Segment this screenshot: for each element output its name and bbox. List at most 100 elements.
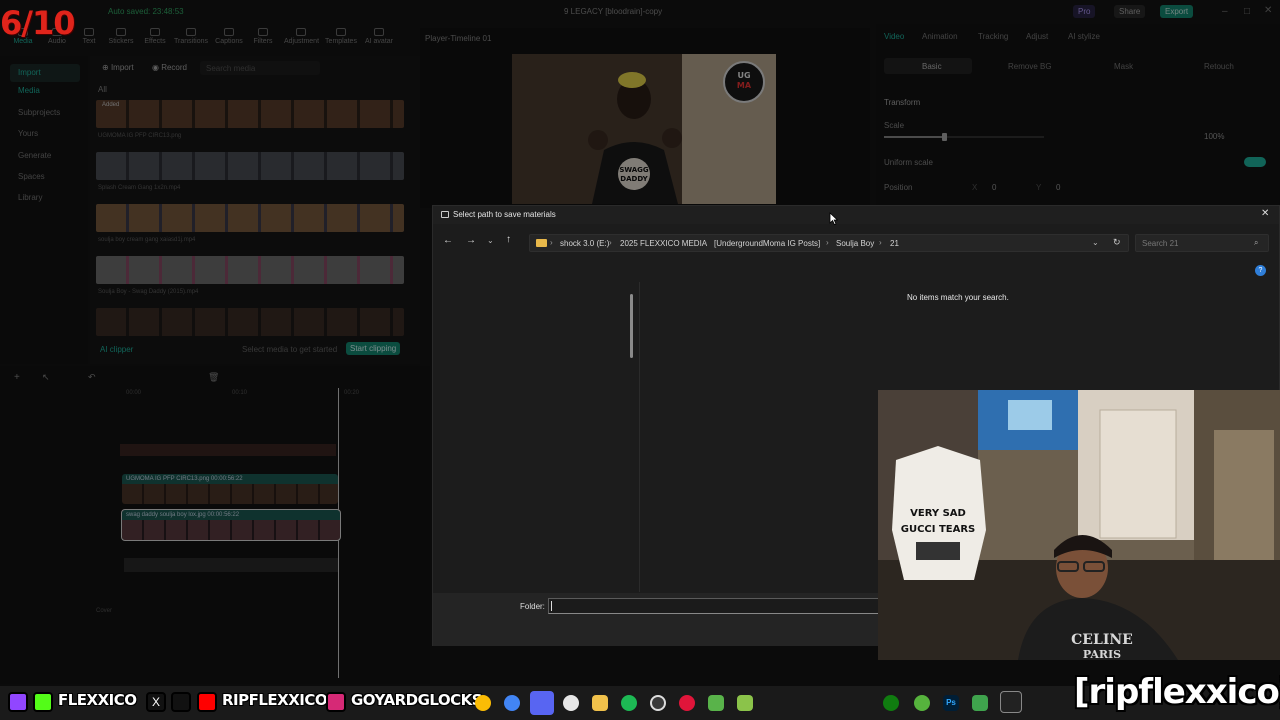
openai-icon[interactable] [563,695,579,711]
text-icon [84,28,94,36]
tool-captions[interactable]: Captions [212,28,246,45]
sidebar-item-import[interactable]: Import [10,64,80,82]
subtab-retouch[interactable]: Retouch [1204,62,1234,71]
add-track-icon[interactable]: + [14,372,20,383]
clip-thumbnail-2[interactable] [96,152,404,180]
sidebar-item-yours[interactable]: Yours [10,125,80,143]
search-icon: ⌕ [1254,238,1259,247]
photoshop-icon[interactable]: Ps [943,695,959,711]
svg-text:MA: MA [737,81,752,90]
media-search-input[interactable]: Search media [200,61,320,75]
tool-ai-avatar[interactable]: AI avatar [362,28,396,45]
share-button[interactable]: Share [1114,5,1146,18]
sidebar-item-spaces[interactable]: Spaces [10,168,80,186]
app-green-icon[interactable] [708,695,724,711]
cover-button[interactable]: Cover [96,608,112,614]
tool-stickers[interactable]: Stickers [104,28,138,45]
dialog-search-input[interactable]: Search 21 ⌕ [1135,234,1269,252]
pro-button[interactable]: Pro [1073,5,1096,18]
undo-icon[interactable]: ↶ [88,372,96,383]
tool-transitions[interactable]: Transitions [174,28,208,45]
capcut-icon[interactable] [1000,691,1022,713]
opera-gx-icon[interactable] [679,695,695,711]
position-x-value[interactable]: 0 [992,183,996,192]
export-button[interactable]: Export [1160,5,1194,18]
folder-icon [536,239,547,247]
folder-input[interactable] [548,598,880,614]
tiktok-icon [171,692,191,712]
uniform-scale-toggle[interactable] [1244,157,1266,167]
select-media-hint: Select media to get started [242,345,338,354]
scale-value[interactable]: 100% [1204,132,1224,141]
sidebar-item-media[interactable]: Media [10,82,80,100]
text-track[interactable] [120,444,336,456]
close-icon[interactable]: ✕ [1264,5,1272,16]
position-y-value[interactable]: 0 [1056,183,1060,192]
svg-text:VERY SAD: VERY SAD [910,508,966,519]
tab-video[interactable]: Video [884,32,904,41]
app-green-2-icon[interactable] [914,695,930,711]
filter-all[interactable]: All [98,85,107,94]
dialog-app-icon [441,211,449,218]
tab-tracking[interactable]: Tracking [978,32,1008,41]
subtab-remove-bg[interactable]: Remove BG [1008,62,1052,71]
audio-track[interactable] [124,558,338,572]
subtab-basic[interactable]: Basic [922,62,942,71]
tool-filters[interactable]: Filters [246,28,280,45]
instagram-icon [326,692,346,712]
spotify-icon[interactable] [621,695,637,711]
chrome-icon[interactable] [475,695,491,711]
kick-icon [33,692,53,712]
import-button[interactable]: ⊕ Import [102,63,134,72]
svg-text:CELINE: CELINE [1071,632,1133,648]
dialog-search-placeholder: Search 21 [1142,239,1179,248]
clip-thumbnail-4[interactable] [96,256,404,284]
chrome-icon-2[interactable] [504,695,520,711]
clip-thumbnail-1[interactable] [96,100,404,128]
tab-adjust[interactable]: Adjust [1026,32,1048,41]
scale-slider-handle[interactable] [942,133,947,141]
address-bar[interactable]: › shock 3.0 (E:) › 2025 FLEXXICO MEDIA ›… [529,234,1129,252]
xbox-icon[interactable] [883,695,899,711]
dialog-close-icon[interactable]: ✕ [1261,208,1269,219]
breadcrumb-drive[interactable]: shock 3.0 (E:) [560,239,609,248]
explorer-icon[interactable] [592,695,608,711]
select-tool-icon[interactable]: ↖ [42,372,50,383]
obs-icon[interactable] [650,695,666,711]
tool-adjustment[interactable]: Adjustment [284,28,319,45]
start-clipping-button[interactable]: Start clipping [346,342,401,355]
subtab-mask[interactable]: Mask [1114,62,1133,71]
maximize-icon[interactable]: □ [1244,6,1250,17]
forward-arrow-icon[interactable]: → [466,235,476,246]
up-arrow-icon[interactable]: ↑ [506,234,511,245]
tab-animation[interactable]: Animation [922,32,958,41]
record-button[interactable]: ◉ Record [152,63,187,72]
breadcrumb-21[interactable]: 21 [890,239,899,248]
breadcrumb-soulja-boy[interactable]: Soulja Boy [836,239,874,248]
capcut-green-icon[interactable] [972,695,988,711]
refresh-icon[interactable]: ↻ [1113,237,1121,248]
sidebar-item-subprojects[interactable]: Subprojects [10,104,80,122]
social-handle-ripflexxico: RIPFLEXXICO [222,691,328,709]
tool-templates[interactable]: Templates [324,28,358,45]
minimize-icon[interactable]: – [1222,6,1228,17]
tab-ai-stylize[interactable]: AI stylize [1068,32,1100,41]
sidebar-item-library[interactable]: Library [10,189,80,207]
recent-locations-icon[interactable]: ⌄ [487,236,494,245]
back-arrow-icon[interactable]: ← [443,235,453,246]
sidebar-item-generate[interactable]: Generate [10,147,80,165]
address-dropdown-icon[interactable]: ⌄ [1092,238,1099,247]
navigation-pane[interactable] [433,282,639,592]
breadcrumb-media-folder[interactable]: 2025 FLEXXICO MEDIA [620,239,707,248]
tool-text[interactable]: Text [72,28,106,45]
clip-thumbnail-3[interactable] [96,204,404,232]
app-lime-icon[interactable] [737,695,753,711]
discord-icon[interactable] [530,691,554,715]
help-icon[interactable]: ? [1255,265,1266,276]
breadcrumb-ig-posts[interactable]: [UndergroundMoma IG Posts] [714,239,820,248]
nav-pane-scrollbar[interactable] [630,294,633,358]
clip-thumbnail-5[interactable] [96,308,404,336]
timeline-panel: + ↖ ↶ 🗑 00:00 00:10 00:20 UGMOMA IG PFP … [0,366,430,684]
delete-icon[interactable]: 🗑 [208,372,219,383]
tool-effects[interactable]: Effects [138,28,172,45]
